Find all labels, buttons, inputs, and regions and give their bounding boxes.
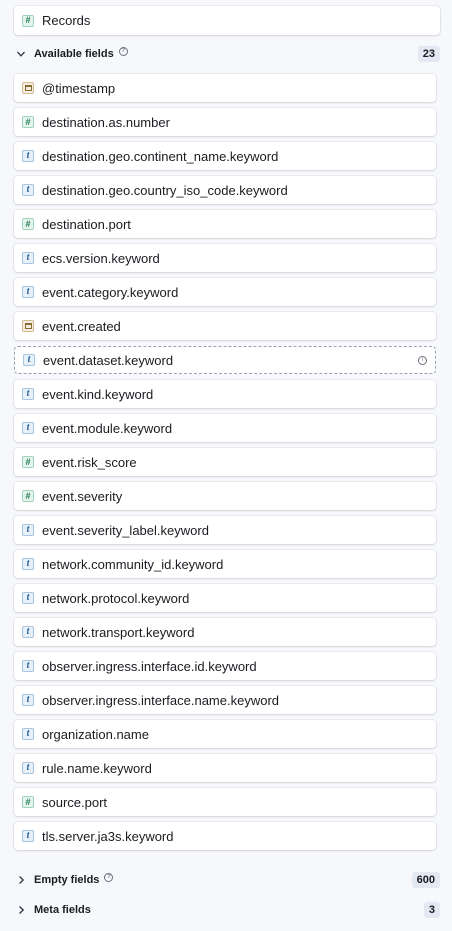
number-type-icon: #: [22, 14, 34, 27]
field-item[interactable]: t event.module.keyword: [14, 414, 436, 442]
field-name: destination.port: [42, 216, 131, 232]
field-item[interactable]: t event.severity_label.keyword: [14, 516, 436, 544]
field-count-badge: 23: [417, 46, 440, 62]
field-name: destination.geo.continent_name.keyword: [42, 148, 279, 164]
meta-fields-header[interactable]: Meta fields 3: [14, 900, 440, 920]
chevron-right-icon: [14, 903, 28, 917]
string-type-icon: t: [22, 694, 34, 706]
field-item[interactable]: @timestamp: [14, 74, 436, 102]
field-count-badge: 600: [411, 872, 440, 888]
date-type-icon: [22, 320, 34, 332]
date-type-icon: [22, 82, 34, 94]
field-item[interactable]: t organization.name: [14, 720, 436, 748]
number-type-icon: #: [22, 116, 34, 128]
string-type-icon: t: [22, 422, 34, 434]
field-name: @timestamp: [42, 80, 116, 96]
field-item[interactable]: # event.severity: [14, 482, 436, 510]
info-icon[interactable]: i: [418, 355, 427, 365]
field-name: Records: [42, 13, 91, 28]
available-fields-header[interactable]: Available fields ? 23: [14, 44, 440, 64]
field-name: event.risk_score: [42, 454, 137, 470]
string-type-icon: t: [22, 558, 34, 570]
field-name: event.kind.keyword: [42, 386, 154, 402]
field-item[interactable]: # event.risk_score: [14, 448, 436, 476]
field-name: event.category.keyword: [42, 284, 179, 300]
field-name: observer.ingress.interface.name.keyword: [42, 692, 280, 708]
string-type-icon: t: [22, 592, 34, 604]
field-item[interactable]: t event.category.keyword: [14, 278, 436, 306]
field-item[interactable]: # source.port: [14, 788, 436, 816]
field-name: tls.server.ja3s.keyword: [42, 828, 174, 844]
string-type-icon: t: [22, 252, 34, 264]
help-icon[interactable]: ?: [104, 872, 114, 882]
field-name: event.severity_label.keyword: [42, 522, 209, 538]
field-name: destination.geo.country_iso_code.keyword: [42, 182, 288, 198]
field-item[interactable]: # destination.as.number: [14, 108, 436, 136]
string-type-icon: t: [22, 626, 34, 638]
number-type-icon: #: [22, 490, 34, 502]
empty-fields-header[interactable]: Empty fields ? 600: [14, 870, 440, 890]
chevron-right-icon: [14, 873, 28, 887]
string-type-icon: t: [22, 388, 34, 400]
field-name: network.protocol.keyword: [42, 590, 190, 606]
section-title: Meta fields: [34, 904, 91, 916]
chevron-down-icon: [14, 47, 28, 61]
field-item[interactable]: t observer.ingress.interface.name.keyword: [14, 686, 436, 714]
string-type-icon: t: [22, 150, 34, 162]
field-name: source.port: [42, 794, 108, 810]
field-item[interactable]: t network.community_id.keyword: [14, 550, 436, 578]
number-type-icon: #: [22, 796, 34, 808]
field-name: destination.as.number: [42, 114, 170, 130]
field-item[interactable]: t rule.name.keyword: [14, 754, 436, 782]
help-icon[interactable]: ?: [118, 46, 128, 56]
field-item[interactable]: t observer.ingress.interface.id.keyword: [14, 652, 436, 680]
field-name: network.community_id.keyword: [42, 556, 224, 572]
field-name: event.module.keyword: [42, 420, 173, 436]
section-title: Available fields: [34, 48, 114, 60]
field-name: event.dataset.keyword: [43, 352, 174, 368]
records-field[interactable]: # Records: [14, 6, 440, 35]
string-type-icon: t: [23, 354, 35, 366]
field-item[interactable]: t event.dataset.keyword i: [14, 346, 436, 374]
field-item[interactable]: t tls.server.ja3s.keyword: [14, 822, 436, 850]
string-type-icon: t: [22, 660, 34, 672]
field-item[interactable]: t event.kind.keyword: [14, 380, 436, 408]
field-name: rule.name.keyword: [42, 760, 152, 776]
field-name: observer.ingress.interface.id.keyword: [42, 658, 257, 674]
string-type-icon: t: [22, 286, 34, 298]
field-name: ecs.version.keyword: [42, 250, 160, 266]
string-type-icon: t: [22, 830, 34, 842]
field-item[interactable]: t destination.geo.country_iso_code.keywor…: [14, 176, 436, 204]
field-item[interactable]: t network.protocol.keyword: [14, 584, 436, 612]
field-name: organization.name: [42, 726, 149, 742]
field-count-badge: 3: [423, 902, 440, 918]
field-name: event.severity: [42, 488, 123, 504]
field-item[interactable]: t destination.geo.continent_name.keyword: [14, 142, 436, 170]
number-type-icon: #: [22, 456, 34, 468]
field-item[interactable]: t network.transport.keyword: [14, 618, 436, 646]
field-item[interactable]: t ecs.version.keyword: [14, 244, 436, 272]
field-item[interactable]: event.created: [14, 312, 436, 340]
section-title: Empty fields: [34, 874, 100, 886]
field-item[interactable]: # destination.port: [14, 210, 436, 238]
string-type-icon: t: [22, 184, 34, 196]
string-type-icon: t: [22, 728, 34, 740]
field-name: event.created: [42, 318, 121, 334]
field-name: network.transport.keyword: [42, 624, 195, 640]
number-type-icon: #: [22, 218, 34, 230]
string-type-icon: t: [22, 524, 34, 536]
string-type-icon: t: [22, 762, 34, 774]
